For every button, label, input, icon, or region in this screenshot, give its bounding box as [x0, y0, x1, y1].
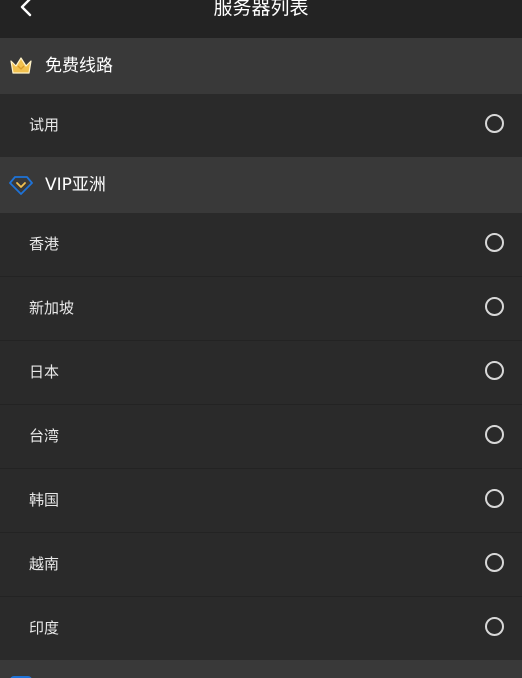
radio-button[interactable]: [485, 489, 504, 508]
page-title: 服务器列表: [213, 0, 309, 19]
server-label: 新加坡: [29, 299, 75, 317]
radio-button[interactable]: [485, 361, 504, 380]
server-label: 日本: [29, 363, 60, 381]
server-list-screen: 服务器列表 免费线路 试用 VIP亚洲 香港 新加坡 日本 台湾 韩国 越南 印…: [0, 0, 522, 678]
server-label: 越南: [29, 555, 60, 573]
server-row-trial[interactable]: 试用: [0, 94, 522, 157]
crown-icon: [10, 57, 32, 74]
radio-button[interactable]: [485, 553, 504, 572]
radio-button[interactable]: [485, 114, 504, 133]
server-row-korea[interactable]: 韩国: [0, 469, 522, 533]
server-label: 韩国: [29, 491, 60, 509]
server-row-hongkong[interactable]: 香港: [0, 213, 522, 277]
server-row-vietnam[interactable]: 越南: [0, 533, 522, 597]
radio-button[interactable]: [485, 297, 504, 316]
radio-button[interactable]: [485, 617, 504, 636]
radio-button[interactable]: [485, 425, 504, 444]
server-label: 试用: [29, 116, 60, 134]
section-title: 免费线路: [45, 56, 113, 76]
server-row-japan[interactable]: 日本: [0, 341, 522, 405]
section-header-vip-asia: VIP亚洲: [0, 157, 522, 213]
server-row-singapore[interactable]: 新加坡: [0, 277, 522, 341]
section-header-next: [0, 660, 522, 678]
section-header-free: 免费线路: [0, 38, 522, 94]
server-label: 台湾: [29, 427, 60, 445]
section-title: VIP亚洲: [45, 175, 106, 195]
diamond-icon: [9, 176, 33, 195]
server-row-india[interactable]: 印度: [0, 597, 522, 660]
server-label: 香港: [29, 235, 60, 253]
server-row-taiwan[interactable]: 台湾: [0, 405, 522, 469]
nav-bar: 服务器列表: [0, 0, 522, 38]
radio-button[interactable]: [485, 233, 504, 252]
server-label: 印度: [29, 619, 60, 637]
